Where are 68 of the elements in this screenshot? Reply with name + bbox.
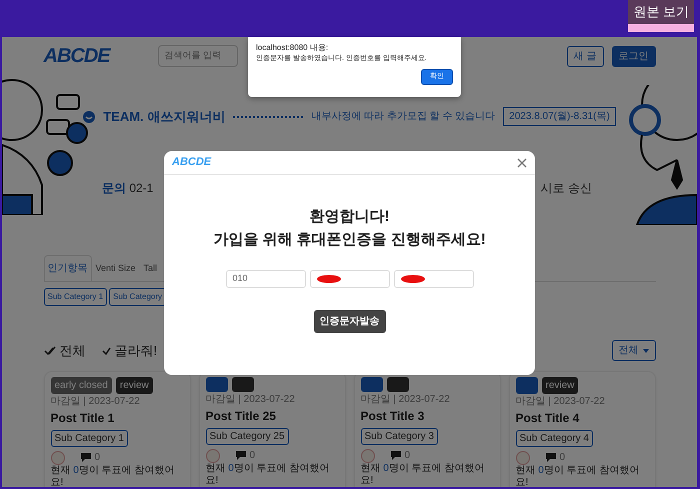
header-button[interactable]: 로그인 [612,46,656,66]
comment-count: 0 [404,449,410,463]
sub-category-tag: Sub Category 3 [360,428,438,445]
comment-icon [80,453,90,462]
recruit-notice: 내부사정에 따라 추가모집 할 수 있습니다 [311,110,496,124]
comment-icon [546,453,556,462]
comment-icon [390,451,400,460]
deadline-text: 마감일 | 2023-07-22 [360,393,451,407]
recruit-period: 2023.8.07(월)-8.31(목) [503,107,616,126]
avatar-icon [206,448,220,462]
post-title[interactable]: Post Title 1 [50,409,184,427]
vote-status-text: 현재 0명이 투표에 참여했어요! [360,463,486,487]
close-button[interactable] [517,158,527,168]
filter-option[interactable]: 골라줘! [114,340,158,360]
phone-number-field[interactable]: 010 [226,270,306,288]
vote-status-text: 현재 0명이 투표에 참여했어요! [516,465,640,487]
category-tab[interactable]: Venti Size [92,255,140,281]
welcome-heading: 환영합니다! [310,207,390,227]
send-code-button[interactable]: 인증문자발송 [314,310,386,332]
post-title[interactable]: Post Title 4 [516,409,648,427]
category-tab[interactable]: 인기항목 [44,255,92,281]
avatar-icon [516,450,530,464]
status-badge [386,377,408,392]
sub-category-tag: Sub Category 25 [206,428,289,445]
category-tab[interactable]: Tall [140,255,162,281]
search-field[interactable]: 검색어를 입력 [158,45,238,67]
sub-category-button[interactable]: Sub Category [109,288,166,306]
sub-category-tag: Sub Category 4 [516,430,593,447]
status-badge [232,377,254,392]
comment-icon [236,451,246,460]
status-badge [516,377,538,394]
deadline-text: 마감일 | 2023-07-22 [516,395,606,409]
status-badge [360,377,382,392]
contact-info: 문의 02-1 [102,180,154,196]
avatar-icon [50,450,64,464]
deadline-text: 마감일 | 2023-07-22 [50,395,141,409]
post-title[interactable]: Post Title 3 [360,407,494,425]
verification-instruction: 가입을 위해 휴대폰인증을 진행해주세요! [213,230,486,250]
sort-dropdown[interactable]: 전체 [612,340,656,361]
caret-down-icon [642,348,648,352]
status-badge: review [542,377,578,394]
contact-info: 시로 송신 [540,180,592,196]
status-badge: early closed [50,377,112,394]
comment-count: 0 [94,451,100,465]
status-badge: review [116,377,153,394]
avatar-icon [360,448,374,462]
post-title[interactable]: Post Title 25 [206,407,338,425]
comment-count: 0 [250,449,256,463]
filter-option[interactable]: 전체 [60,340,86,360]
team-logo-icon [83,110,96,123]
comment-count: 0 [560,451,566,465]
modal-logo: ABCDE [172,155,212,170]
alert-origin: localhost:8080 내용: [256,42,330,54]
deadline-text: 마감일 | 2023-07-22 [206,393,296,407]
vote-status-text: 현재 0명이 투표에 참여했어요! [206,463,330,487]
phone-number-field[interactable] [394,270,474,288]
view-original-badge[interactable]: 원본 보기 [628,0,694,32]
phone-number-field[interactable] [310,270,390,288]
header-button[interactable]: 새 글 [566,46,604,66]
close-icon [517,158,527,168]
team-name: TEAM. 애쓰지워너비 [103,108,226,126]
sub-category-button[interactable]: Sub Category 1 [44,288,108,306]
post-card[interactable]: review 마감일 | 2023-07-22 Post Title 4 Sub Category 4 0 현재 0명이 투표에 참여했어요! [508,371,656,487]
status-badge [206,377,228,392]
logo[interactable]: ABCDE [44,41,110,71]
vote-status-text: 현재 0명이 투표에 참여했어요! [50,465,176,487]
post-card[interactable]: early closed review 마감일 | 2023-07-22 Post Title 1 Sub Category 1 0 현재 0명이 투표에 참여했어요! [44,371,190,487]
sub-category-tag: Sub Category 1 [50,430,128,447]
